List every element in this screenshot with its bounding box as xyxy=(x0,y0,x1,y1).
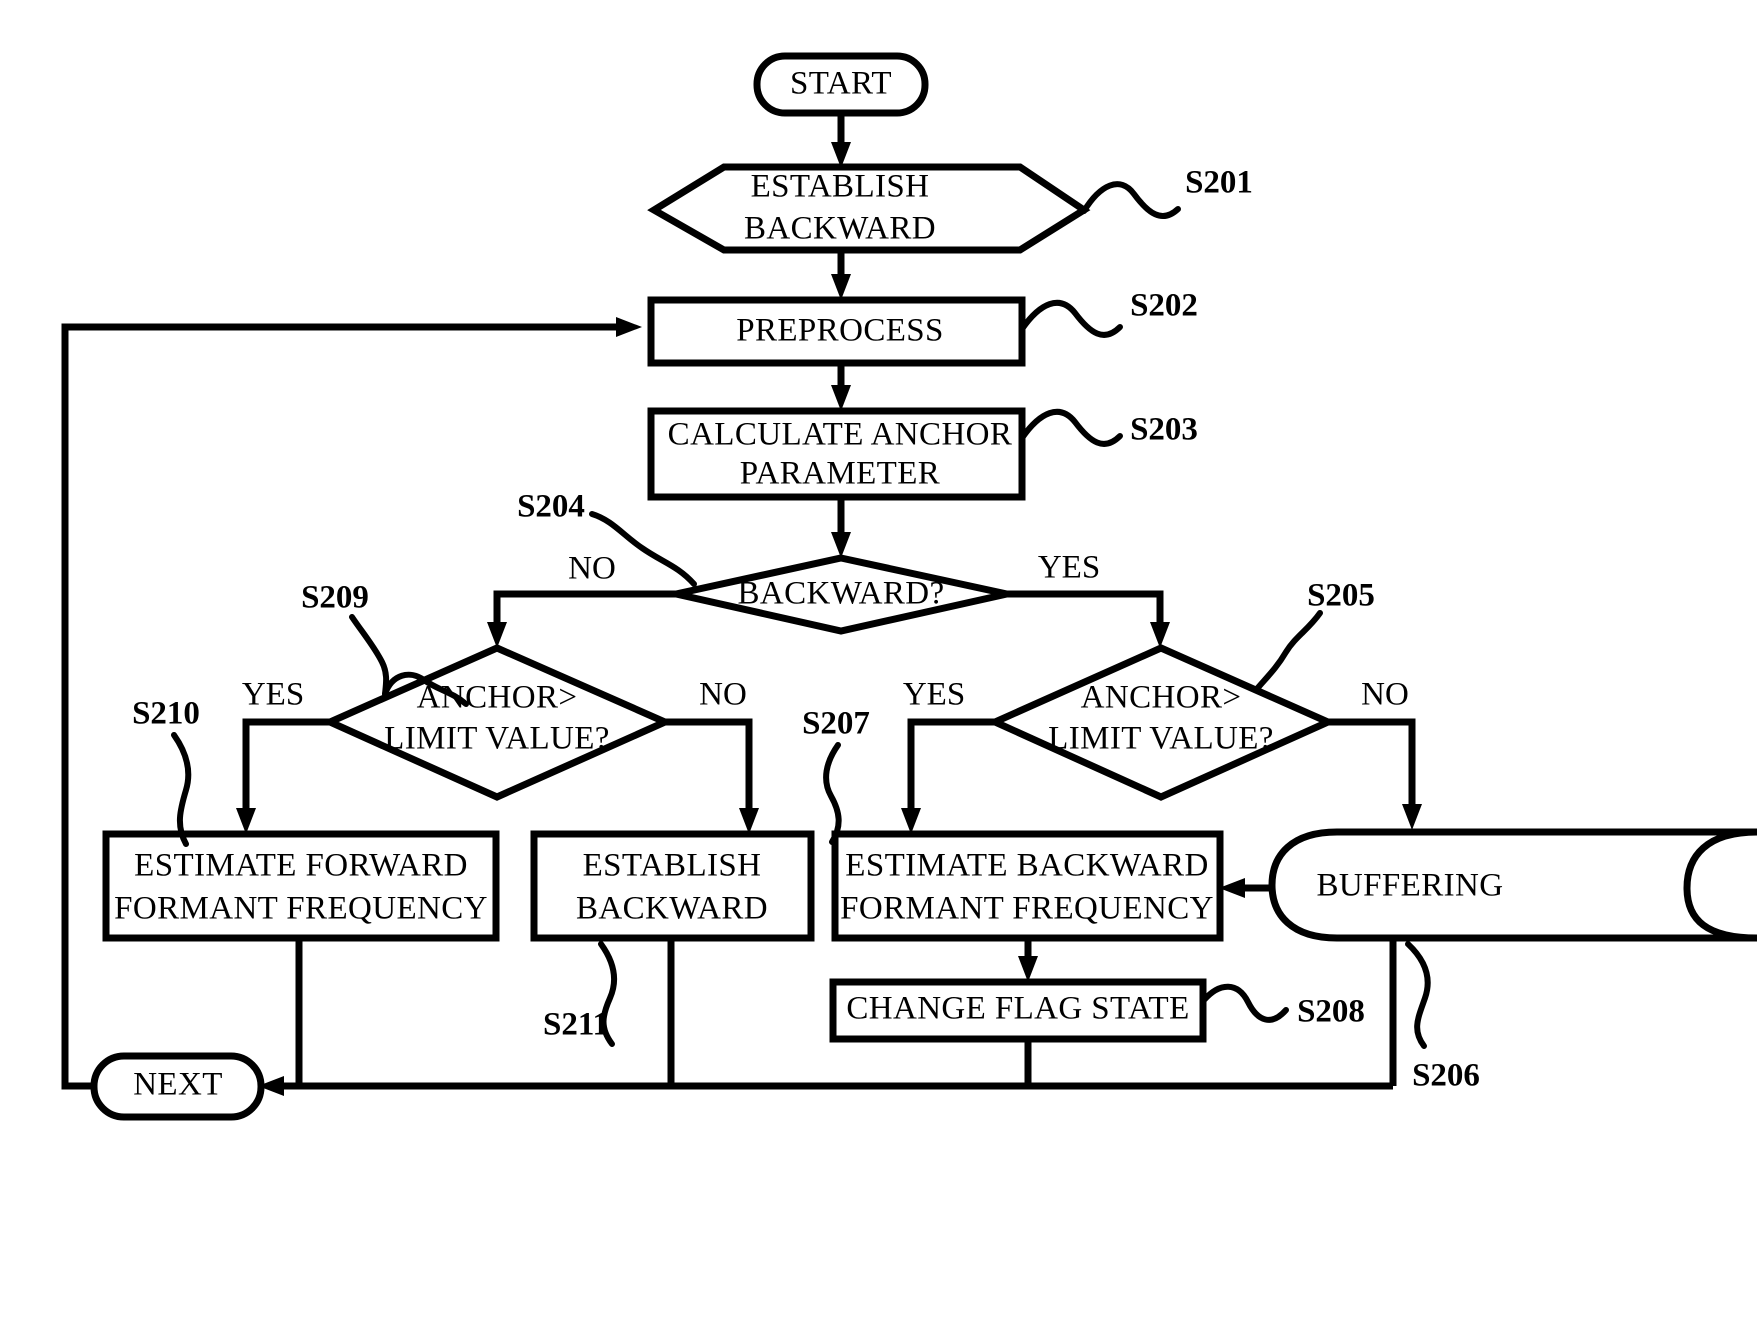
arrowhead-left-yes xyxy=(236,808,256,834)
ref-label-s208: S208 xyxy=(1297,994,1365,1030)
leader-s203 xyxy=(1019,408,1123,447)
ref-label-s205: S205 xyxy=(1307,578,1375,614)
node-anchor-left-decision[interactable]: ANCHOR> LIMIT VALUE? xyxy=(321,644,674,801)
leader-s205 xyxy=(1253,610,1323,693)
establish-backward-top-line2: BACKWARD xyxy=(744,211,936,247)
estimate-backward-line1: ESTIMATE BACKWARD xyxy=(845,848,1208,884)
change-flag-state-label: CHANGE FLAG STATE xyxy=(846,991,1189,1027)
node-backward-decision[interactable]: BACKWARD? xyxy=(675,554,1008,635)
node-next[interactable]: NEXT xyxy=(90,1052,265,1121)
calculate-anchor-line2: PARAMETER xyxy=(740,456,940,492)
flowchart-canvas: START ESTABLISH BACKWARD PREPROCESS CALC… xyxy=(0,0,1757,1335)
estimate-forward-line2: FORMANT FREQUENCY xyxy=(114,891,488,927)
node-calculate-anchor[interactable]: CALCULATE ANCHOR PARAMETER xyxy=(647,407,1026,501)
arrowhead-backward-no xyxy=(487,622,507,648)
node-estimate-forward[interactable]: ESTIMATE FORWARD FORMANT FREQUENCY xyxy=(102,830,500,942)
leader-s208 xyxy=(1201,983,1289,1023)
estimate-backward-line2: FORMANT FREQUENCY xyxy=(840,891,1214,927)
establish-backward-top-line1: ESTABLISH xyxy=(751,169,930,205)
edge-label-left-no: NO xyxy=(699,677,747,713)
establish-backward-bottom-line1: ESTABLISH xyxy=(583,848,762,884)
edge-label-left-yes: YES xyxy=(242,677,304,713)
ref-label-s206: S206 xyxy=(1412,1058,1480,1094)
arrowhead-left-no xyxy=(739,808,759,834)
leader-s201 xyxy=(1081,181,1181,219)
edge-right-yes xyxy=(907,718,995,813)
node-anchor-right-decision[interactable]: ANCHOR> LIMIT VALUE? xyxy=(986,644,1337,801)
edge-left-no xyxy=(664,718,753,813)
anchor-right-line1: ANCHOR> xyxy=(1081,680,1242,716)
edge-backward-no xyxy=(493,590,676,628)
arrowhead-right-yes xyxy=(901,808,921,834)
edge-label-backward-yes: YES xyxy=(1038,550,1100,586)
edge-right-no xyxy=(1327,718,1416,808)
node-estimate-backward[interactable]: ESTIMATE BACKWARD FORMANT FREQUENCY xyxy=(831,830,1224,942)
edge-backward-yes xyxy=(1006,590,1164,628)
anchor-left-line1: ANCHOR> xyxy=(417,680,578,716)
preprocess-label: PREPROCESS xyxy=(736,313,944,349)
arrowhead-estimate-flag xyxy=(1018,956,1038,982)
leader-s209-upper xyxy=(349,614,390,697)
node-establish-backward-bottom[interactable]: ESTABLISH BACKWARD xyxy=(530,830,815,942)
anchor-right-line2: LIMIT VALUE? xyxy=(1048,721,1274,757)
leader-s202 xyxy=(1019,299,1123,338)
node-change-flag-state[interactable]: CHANGE FLAG STATE xyxy=(829,978,1207,1043)
establish-backward-bottom-line2: BACKWARD xyxy=(576,891,768,927)
ref-label-s210: S210 xyxy=(132,696,200,732)
ref-label-s207: S207 xyxy=(802,706,870,742)
arrowhead-calculate-backward xyxy=(831,532,851,558)
arrowhead-establish-preprocess xyxy=(831,274,851,300)
edge-left-yes xyxy=(242,718,330,813)
estimate-forward-line1: ESTIMATE FORWARD xyxy=(134,848,468,884)
leader-s207 xyxy=(823,742,842,845)
leader-s210 xyxy=(171,732,192,847)
node-preprocess[interactable]: PREPROCESS xyxy=(647,296,1026,367)
arrowhead-right-no xyxy=(1402,804,1422,830)
node-start[interactable]: START xyxy=(753,52,929,117)
flowchart-svg: START ESTABLISH BACKWARD PREPROCESS CALC… xyxy=(61,52,1757,1121)
ref-label-s211: S211 xyxy=(543,1007,609,1043)
ref-label-s203: S203 xyxy=(1130,412,1198,448)
arrowhead-preprocess-calculate xyxy=(831,385,851,411)
ref-label-s201: S201 xyxy=(1185,165,1253,201)
node-establish-backward-top[interactable]: ESTABLISH BACKWARD xyxy=(647,163,1091,254)
buffering-label: BUFFERING xyxy=(1317,868,1504,904)
node-buffering[interactable]: BUFFERING xyxy=(1268,828,1757,942)
ref-label-s204: S204 xyxy=(517,489,585,525)
start-label: START xyxy=(790,66,892,102)
edge-label-right-yes: YES xyxy=(903,677,965,713)
leader-s206 xyxy=(1405,941,1431,1049)
anchor-left-line2: LIMIT VALUE? xyxy=(384,721,610,757)
edge-label-right-no: NO xyxy=(1361,677,1409,713)
arrowhead-backward-yes xyxy=(1150,622,1170,648)
ref-label-s202: S202 xyxy=(1130,288,1198,324)
calculate-anchor-line1: CALCULATE ANCHOR xyxy=(668,417,1013,453)
arrowhead-feedback-preprocess xyxy=(616,317,642,337)
ref-label-s209: S209 xyxy=(301,580,369,616)
backward-decision-label: BACKWARD? xyxy=(737,576,944,612)
edge-label-backward-no: NO xyxy=(568,551,616,587)
next-label: NEXT xyxy=(133,1067,223,1103)
